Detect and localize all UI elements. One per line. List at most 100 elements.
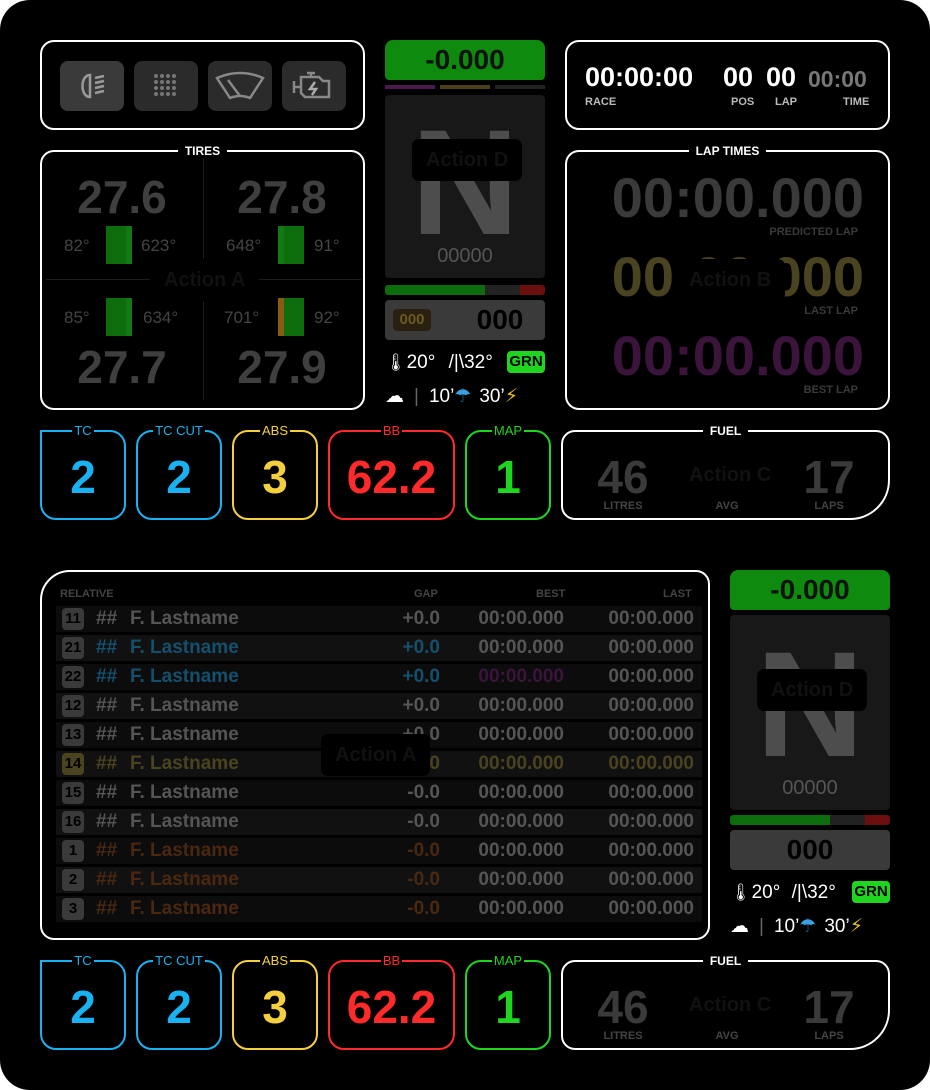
- tc-label-2: TC: [72, 953, 94, 968]
- action-d-button-2[interactable]: Action D: [757, 669, 868, 711]
- map-label: MAP: [491, 423, 525, 438]
- wiper-icon[interactable]: [208, 61, 272, 111]
- table-row[interactable]: 2 ## F. Lastname -0.0 00:00.000 00:00.000: [56, 867, 702, 893]
- car-number: ##: [96, 840, 118, 861]
- relative-header-label: RELATIVE: [60, 588, 114, 600]
- speed-readout-2: 000: [730, 830, 890, 870]
- timing-panel: 00:00:00 RACE 00 POS 00 LAP 00:00 TIME: [565, 40, 890, 130]
- driver-position: 2: [62, 869, 84, 891]
- car-number: ##: [96, 666, 118, 687]
- driver-position: 11: [62, 608, 84, 630]
- abs-setting-2[interactable]: ABS 3: [232, 953, 318, 1050]
- table-row[interactable]: 22 ## F. Lastname +0.0 00:00.000 00:00.000: [56, 664, 702, 690]
- bb-label: BB: [380, 423, 403, 438]
- last-lap-value: 00:00.000: [608, 898, 694, 919]
- driver-position: 12: [62, 695, 84, 717]
- driver-position: 15: [62, 782, 84, 804]
- engine-icon[interactable]: [282, 61, 346, 111]
- tc-cut-label-2: TC CUT: [153, 953, 205, 968]
- bb-value: 62.2: [346, 451, 437, 503]
- map-setting[interactable]: MAP 1: [465, 423, 551, 520]
- bb-setting-2[interactable]: BB 62.2: [328, 953, 455, 1050]
- best-lap-value: 00:00.000: [478, 666, 564, 687]
- temps-row-2: 🌡︎20° /|\32°: [730, 882, 836, 903]
- bb-setting[interactable]: BB 62.2: [328, 423, 455, 520]
- pos-label: POS: [731, 96, 755, 108]
- car-number: ##: [96, 695, 118, 716]
- last-lap-value: 00:00.000: [608, 869, 694, 890]
- track-temp-icon: /|\: [448, 352, 465, 373]
- tire-rr-pressure: 27.9: [237, 341, 327, 393]
- headlight-icon[interactable]: [60, 61, 124, 111]
- track-temp: 32°: [464, 352, 493, 373]
- tc-cut-value-2: 2: [166, 981, 192, 1033]
- best-lap-value: 00:00.000: [478, 869, 564, 890]
- tire-fr-wear: 91°: [314, 236, 340, 255]
- grid-icon[interactable]: [134, 61, 198, 111]
- car-number: ##: [96, 753, 118, 774]
- tc-value-2: 2: [70, 981, 96, 1033]
- fuel-litres-2: 46: [597, 981, 649, 1033]
- table-row[interactable]: 1 ## F. Lastname -0.0 00:00.000 00:00.000: [56, 838, 702, 864]
- lap-times-title: LAP TIMES: [688, 144, 767, 158]
- last-lap-value: 00:00.000: [608, 666, 694, 687]
- tire-fr-pressure: 27.8: [237, 171, 327, 223]
- tire-rr-bar: [284, 298, 304, 336]
- table-row[interactable]: 3 ## F. Lastname -0.0 00:00.000 00:00.000: [56, 896, 702, 922]
- tc-cut-setting-2[interactable]: TC CUT 2: [136, 953, 222, 1050]
- action-d-button[interactable]: Action D: [412, 139, 523, 181]
- table-row[interactable]: 21 ## F. Lastname +0.0 00:00.000 00:00.000: [56, 635, 702, 661]
- driver-name: F. Lastname: [130, 811, 239, 832]
- car-number: ##: [96, 782, 118, 803]
- action-c-button[interactable]: Action C: [675, 454, 786, 496]
- tire-fr-bar: [284, 226, 304, 264]
- driver-position: 13: [62, 724, 84, 746]
- predicted-lap-label: PREDICTED LAP: [769, 226, 858, 238]
- lap-label: LAP: [775, 96, 797, 108]
- best-lap-value: 00:00.000: [478, 811, 564, 832]
- table-row[interactable]: 15 ## F. Lastname -0.0 00:00.000 00:00.000: [56, 780, 702, 806]
- flag-badge: GRN: [507, 351, 545, 373]
- gap-header: GAP: [414, 588, 438, 600]
- action-b-button[interactable]: Action B: [675, 259, 786, 301]
- status-icons-panel: [40, 40, 365, 130]
- tc-cut-setting[interactable]: TC CUT 2: [136, 423, 222, 520]
- tc-setting-2[interactable]: TC 2: [40, 953, 126, 1050]
- table-row[interactable]: 16 ## F. Lastname -0.0 00:00.000 00:00.000: [56, 809, 702, 835]
- map-setting-2[interactable]: MAP 1: [465, 953, 551, 1050]
- abs-setting[interactable]: ABS 3: [232, 423, 318, 520]
- table-row[interactable]: 11 ## F. Lastname +0.0 00:00.000 00:00.000: [56, 606, 702, 632]
- action-a-button[interactable]: Action A: [150, 259, 260, 301]
- rain-row-2: ☁︎ | 10’☂︎ 30’⚡︎: [730, 916, 864, 937]
- car-number: ##: [96, 608, 118, 629]
- gap-value: -0.0: [407, 898, 440, 919]
- gap-value: -0.0: [407, 811, 440, 832]
- abs-value: 3: [262, 451, 288, 503]
- best-lap-value: 00:00.000: [478, 695, 564, 716]
- last-header: LAST: [663, 588, 692, 600]
- abs-label: ABS: [259, 423, 290, 438]
- rain-icon-2: ☂︎: [799, 916, 817, 937]
- gap-value: +0.0: [402, 695, 440, 716]
- last-lap-label: LAST LAP: [804, 305, 858, 317]
- delta-display: -0.000: [385, 40, 545, 80]
- tc-setting[interactable]: TC 2: [40, 423, 126, 520]
- fuel-avg-label: AVG: [715, 500, 739, 512]
- table-row[interactable]: 12 ## F. Lastname +0.0 00:00.000 00:00.000: [56, 693, 702, 719]
- driver-position: 21: [62, 637, 84, 659]
- time-label: TIME: [843, 96, 870, 108]
- last-lap-value: 00:00.000: [608, 695, 694, 716]
- tires-panel: TIRES 27.6 27.8 82° 623° 648° 91° 85° 63…: [40, 144, 365, 410]
- fuel-panel-2: FUEL 46 LITRES AVG 17 LAPS Action C: [561, 954, 890, 1050]
- fuel-title-2: FUEL: [702, 954, 749, 968]
- driver-position: 14: [62, 753, 84, 775]
- action-a-button-2[interactable]: Action A: [321, 734, 431, 776]
- tc-label: TC: [72, 423, 94, 438]
- best-lap-value: 00:00.000: [478, 637, 564, 658]
- dash-screen: TIRES 27.6 27.8 82° 623° 648° 91° 85° 63…: [0, 0, 930, 1090]
- flag-badge-2: GRN: [852, 881, 890, 903]
- last-lap-value: 00:00.000: [608, 782, 694, 803]
- action-c-button-2[interactable]: Action C: [675, 984, 786, 1026]
- last-lap-value: 00:00.000: [608, 608, 694, 629]
- storm-icon: ⚡︎: [504, 386, 519, 407]
